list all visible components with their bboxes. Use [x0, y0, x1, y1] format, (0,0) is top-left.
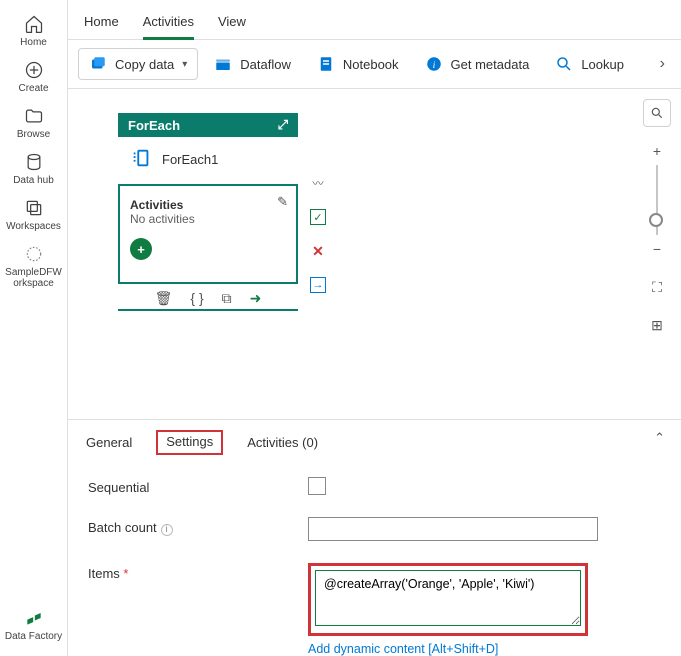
ribbon-dataflow[interactable]: Dataflow [204, 49, 301, 79]
rail-sample-workspace[interactable]: SampleDFW orkspace [0, 238, 67, 295]
tab-general[interactable]: General [84, 431, 134, 454]
ribbon-dataflow-label: Dataflow [240, 57, 291, 72]
zoom-track[interactable] [656, 165, 658, 235]
notebook-icon [317, 55, 335, 73]
rail-workspaces-label: Workspaces [6, 221, 61, 232]
ribbon-notebook-label: Notebook [343, 57, 399, 72]
settings-form: Sequential Batch counti Items * Add dyna… [68, 465, 681, 656]
row-items: Items * Add dynamic content [Alt+Shift+D… [88, 563, 661, 656]
items-label: Items * [88, 563, 308, 581]
port-success-icon[interactable]: ✓ [310, 209, 326, 225]
tab-settings[interactable]: Settings [156, 430, 223, 455]
rail-datahub-label: Data hub [13, 175, 54, 186]
ribbon-getmeta[interactable]: i Get metadata [415, 49, 540, 79]
code-icon[interactable]: { } [190, 290, 203, 307]
properties-tabs: General Settings Activities (0) ⌃ [68, 419, 681, 465]
copy-icon[interactable]: ⧉ [222, 290, 232, 307]
batch-count-input[interactable] [308, 517, 598, 541]
canvas-search-button[interactable] [643, 99, 671, 127]
foreach-header[interactable]: ForEach ⤢ [118, 113, 298, 137]
main-area: Home Activities View Copy data ▾ Dataflo… [68, 0, 681, 656]
fit-screen-button[interactable]: ⛶ [643, 273, 671, 301]
chevron-down-icon: ▾ [182, 59, 187, 70]
foreach-name: ForEach1 [162, 152, 218, 167]
zoom-slider[interactable]: + − [643, 137, 671, 263]
copydata-icon [89, 55, 107, 73]
collapse-panel-icon[interactable]: ⌃ [654, 430, 665, 446]
svg-text:i: i [432, 60, 435, 71]
add-activity-button[interactable]: + [130, 238, 152, 260]
expand-icon[interactable]: ⤢ [278, 117, 288, 133]
ribbon-lookup-label: Lookup [581, 57, 624, 72]
run-icon[interactable]: ➜ [250, 290, 262, 307]
row-batch: Batch counti [88, 517, 661, 541]
items-textarea[interactable] [315, 570, 581, 626]
pencil-icon[interactable]: ✎ [277, 194, 288, 210]
add-dynamic-content-link[interactable]: Add dynamic content [Alt+Shift+D] [308, 642, 588, 656]
pipeline-canvas[interactable]: ForEach ⤢ ForEach1 ✎ Activities No activ… [68, 89, 681, 419]
delete-icon[interactable]: 🗑 [155, 290, 173, 307]
rail-create-label: Create [18, 83, 48, 94]
autolayout-button[interactable]: ⊞ [643, 311, 671, 339]
canvas-controls: + − ⛶ ⊞ [643, 99, 671, 339]
sequential-label: Sequential [88, 477, 308, 495]
foreach-toolbar: 🗑 { } ⧉ ➜ [118, 284, 298, 311]
batch-label: Batch counti [88, 517, 308, 536]
tab-activities-count[interactable]: Activities (0) [245, 431, 320, 454]
port-fail-icon[interactable]: ✕ [310, 243, 326, 259]
tab-home[interactable]: Home [84, 6, 119, 39]
rail-create[interactable]: Create [0, 54, 67, 100]
foreach-inner-box[interactable]: ✎ Activities No activities + [118, 184, 298, 284]
items-highlight-box [308, 563, 588, 636]
rail-sample-label: SampleDFW orkspace [0, 267, 67, 289]
rail-workspaces[interactable]: Workspaces [0, 192, 67, 238]
rail-datahub[interactable]: Data hub [0, 146, 67, 192]
zoom-out-button[interactable]: − [643, 235, 671, 263]
row-sequential: Sequential [88, 477, 661, 495]
activities-sub: No activities [130, 212, 286, 226]
left-nav-rail: Home Create Browse Data hub Workspaces S… [0, 0, 68, 656]
port-completion-icon[interactable]: → [310, 277, 326, 293]
rail-home[interactable]: Home [0, 8, 67, 54]
ribbon-scroll-right[interactable]: › [654, 55, 671, 73]
foreach-type-label: ForEach [128, 118, 180, 133]
rail-datafactory-label: Data Factory [5, 631, 62, 642]
rail-browse-label: Browse [17, 129, 50, 140]
top-tabs: Home Activities View [68, 0, 681, 40]
ribbon-getmeta-label: Get metadata [451, 57, 530, 72]
port-metrics-icon[interactable]: 〰 [310, 175, 326, 191]
ribbon-notebook[interactable]: Notebook [307, 49, 409, 79]
sequential-checkbox[interactable] [308, 477, 326, 495]
info-icon: i [425, 55, 443, 73]
zoom-in-button[interactable]: + [643, 137, 671, 165]
dataflow-icon [214, 55, 232, 73]
foreach-icon [130, 147, 152, 172]
info-icon[interactable]: i [161, 524, 173, 536]
foreach-activity[interactable]: ForEach ⤢ ForEach1 ✎ Activities No activ… [118, 113, 298, 311]
foreach-title-row: ForEach1 [118, 137, 298, 184]
activity-ports: 〰 ✓ ✕ → [310, 175, 326, 293]
ribbon-lookup[interactable]: Lookup [545, 49, 634, 79]
ribbon-bar: Copy data ▾ Dataflow Notebook i Get meta… [68, 40, 681, 89]
activities-label: Activities [130, 198, 286, 212]
tab-view[interactable]: View [218, 6, 246, 39]
rail-browse[interactable]: Browse [0, 100, 67, 146]
zoom-thumb[interactable] [649, 213, 663, 227]
ribbon-copydata[interactable]: Copy data ▾ [78, 48, 198, 80]
ribbon-copydata-label: Copy data [115, 57, 174, 72]
tab-activities[interactable]: Activities [143, 6, 194, 39]
rail-datafactory[interactable]: Data Factory [0, 602, 67, 648]
rail-home-label: Home [20, 37, 47, 48]
lookup-icon [555, 55, 573, 73]
